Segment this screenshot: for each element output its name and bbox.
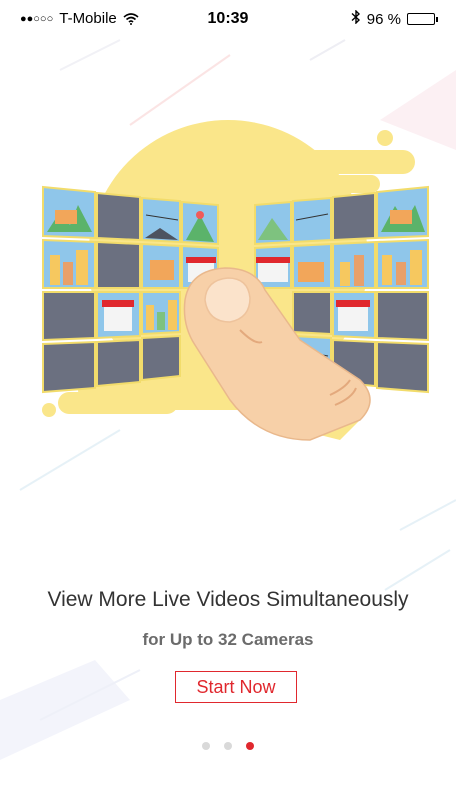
start-now-button[interactable]: Start Now	[175, 671, 297, 703]
camera-wall-illustration	[42, 120, 429, 441]
bluetooth-icon	[351, 9, 361, 28]
status-right: 96 %	[351, 9, 438, 28]
onboarding-subheadline: for Up to 32 Cameras	[142, 630, 314, 649]
battery-percent: 96 %	[366, 10, 401, 28]
battery-icon	[407, 13, 438, 25]
page-indicator[interactable]	[0, 742, 456, 750]
page-dot-3[interactable]	[246, 742, 254, 750]
page-dot-2[interactable]	[224, 742, 232, 750]
onboarding-headline: View More Live Videos Simultaneously	[47, 588, 409, 611]
page-dot-1[interactable]	[202, 742, 210, 750]
status-bar: ●●○○○ T-Mobile 10:39 96 %	[0, 0, 456, 34]
onboarding-screen: ●●○○○ T-Mobile 10:39 96 % View More Live…	[0, 0, 456, 787]
